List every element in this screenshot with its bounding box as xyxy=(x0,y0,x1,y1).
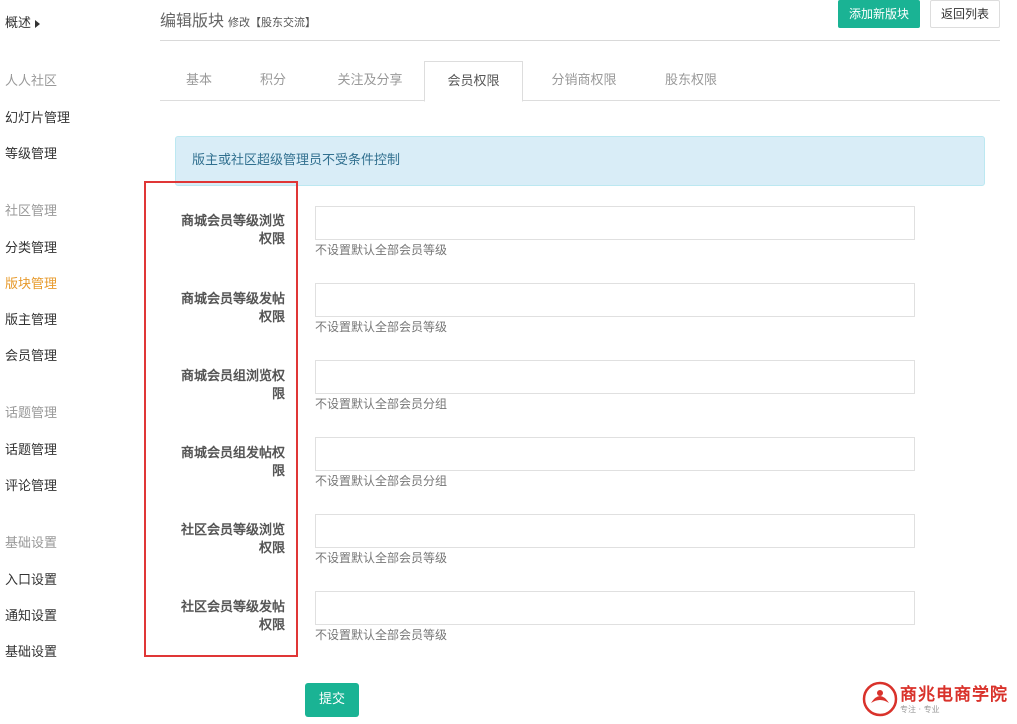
caret-right-icon xyxy=(35,19,41,28)
tab-distributor-permissions[interactable]: 分销商权限 xyxy=(536,61,632,101)
sidebar-item-moderators[interactable]: 版主管理 xyxy=(5,309,57,328)
field-help: 不设置默认全部会员分组 xyxy=(315,397,448,411)
header-divider xyxy=(160,40,1000,41)
tab-shareholder-permissions[interactable]: 股东权限 xyxy=(648,61,734,101)
mall-member-level-post-input[interactable] xyxy=(315,283,915,317)
mall-member-group-view-input[interactable] xyxy=(315,360,915,394)
sidebar-item-label: 概述 xyxy=(5,16,32,31)
sidebar-group-title: 话题管理 xyxy=(5,406,58,421)
add-board-button[interactable]: 添加新版块 xyxy=(838,0,920,28)
submit-button[interactable]: 提交 xyxy=(305,683,359,717)
sidebar-item-members[interactable]: 会员管理 xyxy=(5,345,57,364)
page-title: 编辑版块 修改【股东交流】 xyxy=(160,7,316,31)
sidebar-item-topics[interactable]: 话题管理 xyxy=(5,439,57,458)
tab-points[interactable]: 积分 xyxy=(238,61,308,101)
field-label: 社区会员等级浏览权限 xyxy=(180,523,285,556)
field-help: 不设置默认全部会员等级 xyxy=(315,628,448,642)
page-title-text: 编辑版块 xyxy=(160,11,225,30)
field-label: 商城会员等级发帖权限 xyxy=(180,292,285,325)
info-alert: 版主或社区超级管理员不受条件控制 xyxy=(175,136,985,186)
sidebar-group-title: 人人社区 xyxy=(5,74,58,89)
field-label: 商城会员组浏览权限 xyxy=(180,369,285,402)
sidebar-item-levels[interactable]: 等级管理 xyxy=(5,143,57,162)
logo-tagline: 专注 · 专业 xyxy=(900,705,940,714)
field-label: 社区会员等级发帖权限 xyxy=(180,600,285,633)
sidebar: 概述 人人社区 幻灯片管理 等级管理 社区管理 分类管理 版块管理 版主管理 会… xyxy=(0,0,140,724)
sidebar-item-overview[interactable]: 概述 xyxy=(5,12,41,31)
sidebar-item-categories[interactable]: 分类管理 xyxy=(5,237,57,256)
sidebar-item-comments[interactable]: 评论管理 xyxy=(5,475,57,494)
field-help: 不设置默认全部会员分组 xyxy=(315,474,448,488)
sidebar-group-title: 基础设置 xyxy=(5,536,58,551)
sidebar-item-boards[interactable]: 版块管理 xyxy=(5,273,57,292)
logo-name: 商兆电商学院 xyxy=(900,685,1008,705)
mall-member-group-post-input[interactable] xyxy=(315,437,915,471)
sidebar-item-basic-settings[interactable]: 基础设置 xyxy=(5,641,57,660)
sidebar-item-notifications[interactable]: 通知设置 xyxy=(5,605,57,624)
community-member-level-view-input[interactable] xyxy=(315,514,915,548)
tab-follow-share[interactable]: 关注及分享 xyxy=(320,61,420,101)
sidebar-group-title: 社区管理 xyxy=(5,204,58,219)
mall-member-level-view-input[interactable] xyxy=(315,206,915,240)
field-help: 不设置默认全部会员等级 xyxy=(315,551,448,565)
field-help: 不设置默认全部会员等级 xyxy=(315,320,448,334)
watermark-logo: 商兆电商学院 专注 · 专业 xyxy=(860,678,1012,720)
tab-member-permissions[interactable]: 会员权限 xyxy=(424,61,523,102)
tab-bar: 基本 积分 关注及分享 会员权限 分销商权限 股东权限 xyxy=(160,61,1000,102)
sidebar-item-slides[interactable]: 幻灯片管理 xyxy=(5,107,70,126)
field-help: 不设置默认全部会员等级 xyxy=(315,243,448,257)
highlight-box xyxy=(144,181,298,657)
sidebar-item-entry[interactable]: 入口设置 xyxy=(5,569,57,588)
page-subtitle: 修改【股东交流】 xyxy=(228,16,317,29)
back-to-list-button[interactable]: 返回列表 xyxy=(930,0,1000,28)
tab-basic[interactable]: 基本 xyxy=(160,61,238,101)
logo-emblem-icon xyxy=(862,681,898,717)
field-label: 商城会员组发帖权限 xyxy=(180,446,285,479)
field-label: 商城会员等级浏览权限 xyxy=(180,214,285,247)
community-member-level-post-input[interactable] xyxy=(315,591,915,625)
